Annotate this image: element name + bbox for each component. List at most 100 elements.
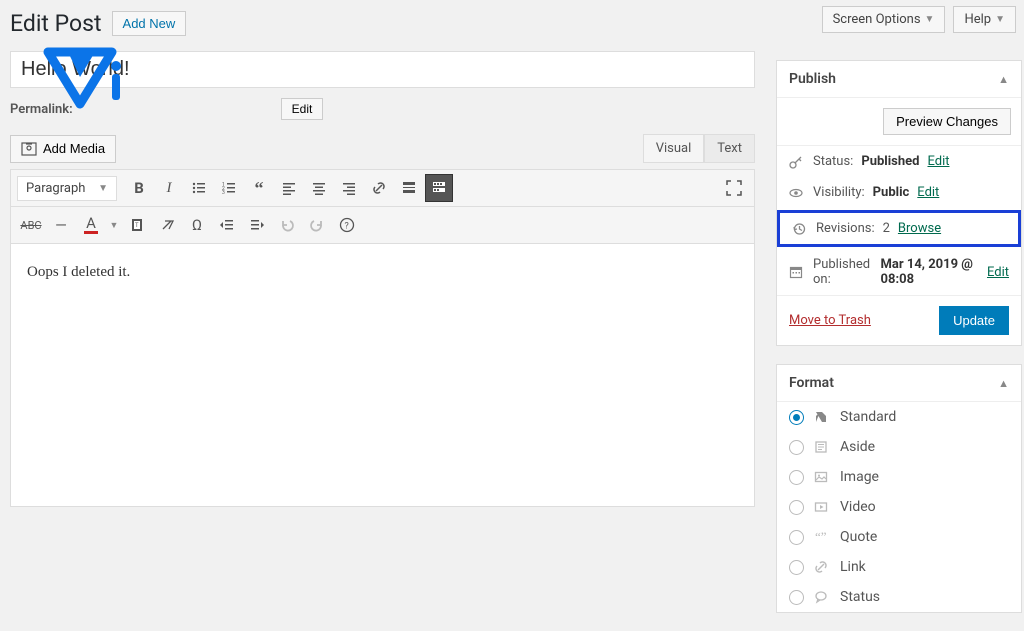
undo-button[interactable] — [273, 211, 301, 239]
radio-icon — [789, 410, 804, 425]
visibility-row: Visibility: Public Edit — [777, 177, 1021, 208]
page-title: Edit Post — [10, 10, 102, 37]
permalink-edit-button[interactable]: Edit — [281, 98, 324, 120]
help-icon-button[interactable]: ? — [333, 211, 361, 239]
status-edit-link[interactable]: Edit — [927, 154, 949, 169]
revisions-label: Revisions: — [816, 221, 875, 236]
media-icon — [21, 141, 37, 157]
move-to-trash-link[interactable]: Move to Trash — [789, 313, 871, 328]
publish-panel-header[interactable]: Publish ▲ — [777, 61, 1021, 98]
link-button[interactable] — [365, 174, 393, 202]
format-option-label: Quote — [840, 529, 877, 545]
caret-down-icon: ▼ — [925, 14, 935, 25]
visibility-edit-link[interactable]: Edit — [917, 185, 939, 200]
format-panel-header[interactable]: Format ▲ — [777, 365, 1021, 402]
visibility-label: Visibility: — [813, 185, 865, 200]
add-media-button[interactable]: Add Media — [10, 135, 116, 163]
text-color-button[interactable]: A — [77, 211, 105, 239]
format-option-link[interactable]: Link — [777, 552, 1021, 582]
standard-icon — [814, 410, 830, 424]
format-option-label: Video — [840, 499, 876, 515]
help-label: Help — [964, 12, 991, 27]
format-option-video[interactable]: Video — [777, 492, 1021, 522]
readmore-button[interactable] — [395, 174, 423, 202]
visibility-value: Public — [873, 185, 910, 200]
outdent-button[interactable] — [213, 211, 241, 239]
caret-up-icon: ▲ — [998, 73, 1009, 86]
editor-content-area[interactable]: Oops I deleted it. — [11, 244, 754, 506]
status-row: Status: Published Edit — [777, 146, 1021, 177]
svg-text:T: T — [135, 222, 139, 229]
history-icon — [792, 222, 808, 236]
numbered-list-button[interactable]: 123 — [215, 174, 243, 202]
blockquote-button[interactable]: “ — [245, 174, 273, 202]
radio-icon — [789, 470, 804, 485]
publish-heading: Publish — [789, 71, 836, 87]
caret-up-icon: ▲ — [998, 377, 1009, 390]
bullet-list-button[interactable] — [185, 174, 213, 202]
screen-options-button[interactable]: Screen Options ▼ — [822, 6, 946, 33]
published-value: Mar 14, 2019 @ 08:08 — [881, 257, 979, 287]
align-center-button[interactable] — [305, 174, 333, 202]
calendar-icon — [789, 265, 805, 279]
screen-options-label: Screen Options — [833, 12, 921, 27]
preview-changes-button[interactable]: Preview Changes — [883, 108, 1011, 135]
eye-icon — [789, 186, 805, 200]
strikethrough-button[interactable]: ABC — [17, 211, 45, 239]
published-label: Published on: — [813, 257, 873, 287]
format-option-image[interactable]: Image — [777, 462, 1021, 492]
image-icon — [814, 470, 830, 484]
link-icon — [814, 560, 830, 574]
revisions-count: 2 — [883, 221, 890, 236]
radio-icon — [789, 440, 804, 455]
redo-button[interactable] — [303, 211, 331, 239]
tab-text[interactable]: Text — [704, 134, 755, 162]
svg-text:3: 3 — [222, 190, 225, 196]
format-option-quote[interactable]: “”Quote — [777, 522, 1021, 552]
clear-formatting-button[interactable] — [153, 211, 181, 239]
help-button[interactable]: Help ▼ — [953, 6, 1016, 33]
status-icon — [814, 590, 830, 604]
format-heading: Format — [789, 375, 834, 391]
revisions-browse-link[interactable]: Browse — [898, 221, 941, 236]
publish-panel: Publish ▲ Preview Changes Status: Publis… — [776, 60, 1022, 346]
video-icon — [814, 500, 830, 514]
hr-button[interactable]: — — [47, 211, 75, 239]
caret-down-icon: ▼ — [995, 14, 1005, 25]
add-media-label: Add Media — [43, 141, 105, 156]
fullscreen-button[interactable] — [720, 174, 748, 202]
text-color-chevron[interactable]: ▼ — [107, 211, 121, 239]
caret-down-icon: ▼ — [98, 183, 108, 194]
align-right-button[interactable] — [335, 174, 363, 202]
published-edit-link[interactable]: Edit — [987, 265, 1009, 280]
radio-icon — [789, 530, 804, 545]
special-char-button[interactable]: Ω — [183, 211, 211, 239]
brand-logo — [40, 44, 130, 124]
published-on-row: Published on: Mar 14, 2019 @ 08:08 Edit — [777, 249, 1021, 295]
format-dropdown[interactable]: Paragraph ▼ — [17, 176, 117, 201]
paste-text-button[interactable]: T — [123, 211, 151, 239]
italic-button[interactable]: I — [155, 174, 183, 202]
format-dropdown-label: Paragraph — [26, 181, 85, 196]
aside-icon — [814, 440, 830, 454]
format-option-label: Link — [840, 559, 866, 575]
format-option-label: Standard — [840, 409, 896, 425]
bold-button[interactable]: B — [125, 174, 153, 202]
indent-button[interactable] — [243, 211, 271, 239]
toolbar-toggle-button[interactable] — [425, 174, 453, 202]
format-option-label: Aside — [840, 439, 875, 455]
radio-icon — [789, 560, 804, 575]
format-option-status[interactable]: Status — [777, 582, 1021, 612]
format-option-aside[interactable]: Aside — [777, 432, 1021, 462]
radio-icon — [789, 590, 804, 605]
key-icon — [789, 155, 805, 169]
editor-container: Paragraph ▼ B I 123 “ ABC — A ▼ T Ω — [10, 169, 755, 507]
add-new-button[interactable]: Add New — [112, 11, 187, 36]
svg-text:?: ? — [345, 222, 349, 232]
align-left-button[interactable] — [275, 174, 303, 202]
format-option-label: Image — [840, 469, 879, 485]
format-option-standard[interactable]: Standard — [777, 402, 1021, 432]
update-button[interactable]: Update — [939, 306, 1009, 335]
revisions-row: Revisions: 2 Browse — [780, 213, 1018, 244]
tab-visual[interactable]: Visual — [643, 134, 705, 162]
